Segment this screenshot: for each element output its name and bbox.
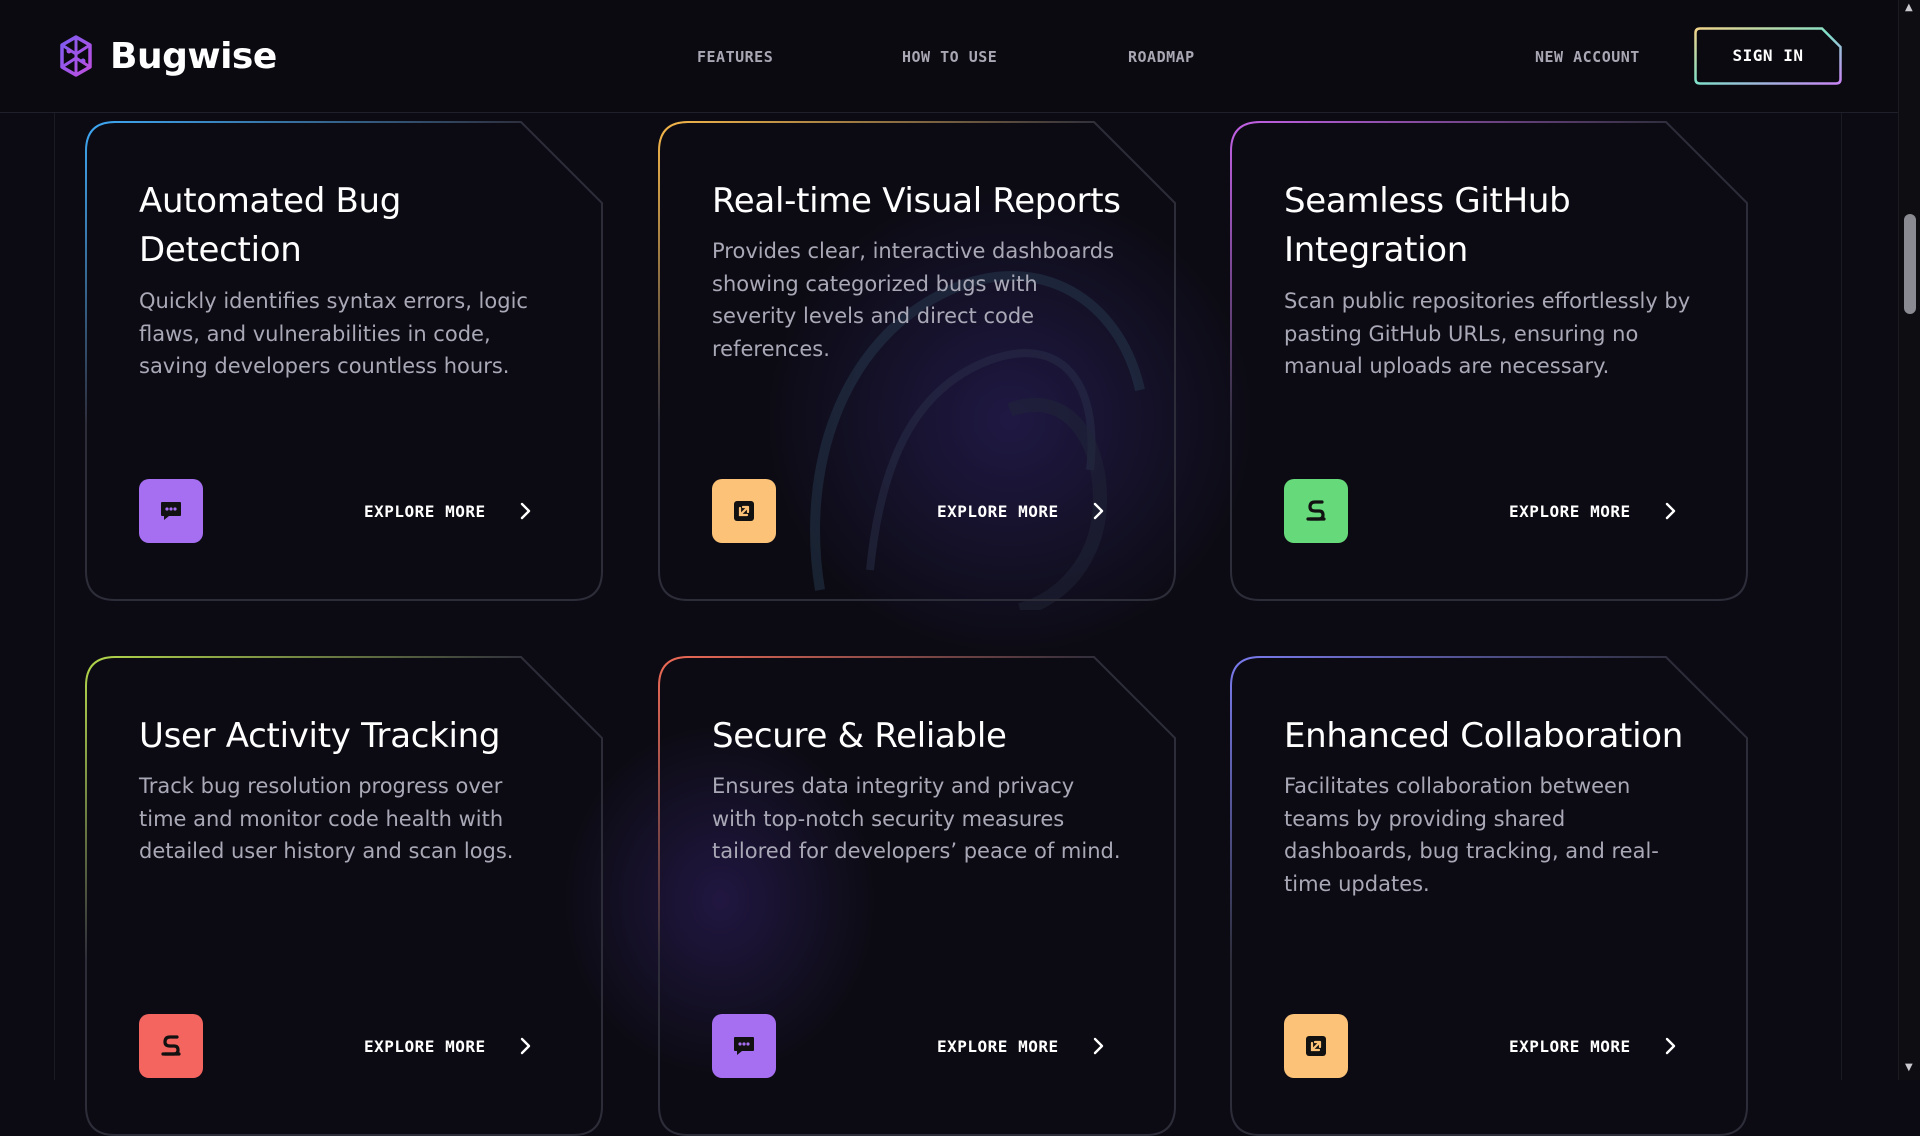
new-account-link[interactable]: NEW ACCOUNT (1535, 48, 1640, 66)
explore-more-label: EXPLORE MORE (1509, 501, 1631, 521)
card-icon-button[interactable] (1284, 479, 1348, 543)
feature-card: Real-time Visual Reports Provides clear,… (658, 121, 1176, 601)
explore-more-label: EXPLORE MORE (1509, 1036, 1631, 1056)
explore-more-label: EXPLORE MORE (364, 1036, 486, 1056)
card-title: Real-time Visual Reports (712, 181, 1121, 221)
chevron-right-icon (520, 502, 530, 520)
explore-more-label: EXPLORE MORE (937, 501, 1059, 521)
card-icon-button[interactable] (139, 479, 203, 543)
card-title: Automated Bug Detection (139, 181, 402, 270)
scroll-down-arrow-icon[interactable]: ▼ (1905, 1062, 1913, 1073)
card-description: Scan public repositories effortlessly by… (1284, 289, 1691, 378)
brand-name: Bugwise (110, 35, 277, 77)
card-title: Seamless GitHub Integration (1284, 181, 1571, 270)
external-link-icon (1306, 1036, 1326, 1056)
nav-roadmap[interactable]: ROADMAP (1128, 48, 1195, 66)
top-navigation-bar: Bugwise FEATURES HOW TO USE ROADMAP NEW … (0, 0, 1898, 113)
chevron-right-icon (1093, 502, 1103, 520)
chat-bubble-icon (161, 502, 181, 520)
card-icon-button[interactable] (1284, 1014, 1348, 1078)
card-title: User Activity Tracking (139, 716, 501, 756)
scrollbar-thumb[interactable] (1904, 214, 1916, 314)
nav-features[interactable]: FEATURES (697, 48, 773, 66)
brain-logo-icon (60, 35, 92, 77)
sign-in-button[interactable]: SIGN IN (1694, 27, 1842, 85)
explore-more-link[interactable]: EXPLORE MORE (364, 1028, 534, 1064)
brand-logo[interactable]: Bugwise (54, 34, 277, 78)
card-description: Ensures data integrity and privacy with … (712, 774, 1121, 863)
card-description: Provides clear, interactive dashboards s… (712, 239, 1115, 361)
card-description: Quickly identifies syntax errors, logic … (139, 289, 528, 378)
feature-card: Seamless GitHub Integration Scan public … (1230, 121, 1748, 601)
feature-card: Automated Bug Detection Quickly identifi… (85, 121, 603, 601)
card-icon-button[interactable] (712, 479, 776, 543)
chevron-right-icon (1665, 502, 1675, 520)
chevron-right-icon (1665, 1037, 1675, 1055)
layout-guide-left (54, 112, 55, 1080)
explore-more-link[interactable]: EXPLORE MORE (937, 1028, 1107, 1064)
card-description: Track bug resolution progress over time … (139, 774, 514, 863)
nav-how-to-use[interactable]: HOW TO USE (902, 48, 997, 66)
explore-more-link[interactable]: EXPLORE MORE (1509, 493, 1679, 529)
scroll-up-arrow-icon[interactable]: ▲ (1905, 2, 1913, 13)
explore-more-label: EXPLORE MORE (364, 501, 486, 521)
chevron-right-icon (520, 1037, 530, 1055)
chevron-right-icon (1093, 1037, 1103, 1055)
sign-in-label: SIGN IN (1732, 46, 1804, 65)
explore-more-link[interactable]: EXPLORE MORE (364, 493, 534, 529)
plug-icon (161, 1035, 181, 1056)
chat-bubble-icon (734, 1037, 754, 1055)
explore-more-link[interactable]: EXPLORE MORE (1509, 1028, 1679, 1064)
layout-guide-right (1841, 112, 1842, 1080)
feature-card: User Activity Tracking Track bug resolut… (85, 656, 603, 1136)
card-description: Facilitates collaboration between teams … (1284, 774, 1659, 896)
card-icon-button[interactable] (712, 1014, 776, 1078)
card-icon-button[interactable] (139, 1014, 203, 1078)
plug-icon (1306, 500, 1326, 521)
explore-more-label: EXPLORE MORE (937, 1036, 1059, 1056)
external-link-icon (734, 501, 754, 521)
page-scrollbar[interactable]: ▲ ▼ (1898, 0, 1920, 1080)
card-title: Enhanced Collaboration (1284, 716, 1683, 756)
feature-card: Enhanced Collaboration Facilitates colla… (1230, 656, 1748, 1136)
card-title: Secure & Reliable (712, 716, 1007, 756)
feature-card: Secure & Reliable Ensures data integrity… (658, 656, 1176, 1136)
explore-more-link[interactable]: EXPLORE MORE (937, 493, 1107, 529)
